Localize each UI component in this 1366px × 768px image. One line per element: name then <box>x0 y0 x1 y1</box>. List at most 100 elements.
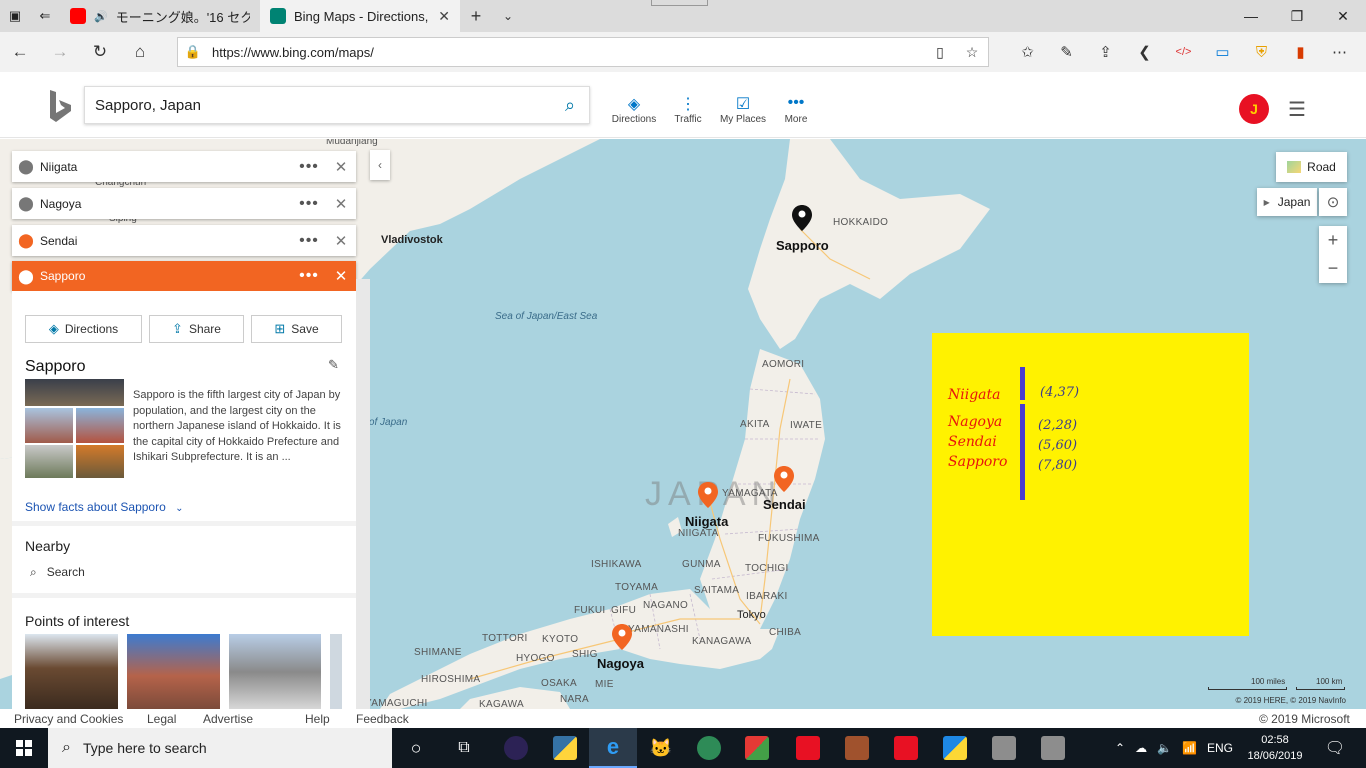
app-az-icon[interactable] <box>733 728 781 768</box>
search-icon[interactable]: ⌕ <box>551 95 589 116</box>
zoom-in-button[interactable]: + <box>1328 227 1339 255</box>
app-photo-icon[interactable] <box>980 728 1028 768</box>
address-bar[interactable]: 🔒 https://www.bing.com/maps/ ▯ ☆ <box>177 37 989 67</box>
edit-pencil-icon[interactable]: ✎ <box>328 357 339 373</box>
forward-button[interactable]: → <box>40 32 80 72</box>
tab-bing-maps[interactable]: Bing Maps - Directions, ✕ <box>260 0 460 32</box>
poi-thumbnail[interactable] <box>229 634 321 709</box>
sendai-pin-icon[interactable] <box>773 465 795 493</box>
close-window-button[interactable]: ✕ <box>1320 0 1366 32</box>
restore-button[interactable]: ❐ <box>1274 0 1320 32</box>
map-label-sapporo[interactable]: Sapporo <box>776 238 829 253</box>
app-photo-icon-2[interactable] <box>1029 728 1077 768</box>
favorites-icon[interactable]: ✩ <box>1008 32 1047 72</box>
more-options-icon[interactable]: ••• <box>292 195 326 213</box>
map-label-sendai[interactable]: Sendai <box>763 497 806 512</box>
footer-link-help[interactable]: Help <box>305 712 330 726</box>
taskbar-search[interactable]: ⌕ Type here to search <box>48 728 392 768</box>
poi-thumbnail[interactable] <box>25 634 118 709</box>
shield-icon[interactable]: ⛨ <box>1242 32 1281 72</box>
nav-directions[interactable]: ◈ Directions <box>604 94 664 125</box>
waypoint-sapporo[interactable]: ⬤ Sapporo ••• ✕ <box>12 261 356 291</box>
waypoint-niigata[interactable]: ⬤ Niigata ••• ✕ <box>12 151 356 182</box>
waypoint-name[interactable]: Niigata <box>40 160 292 174</box>
app-python-icon[interactable] <box>541 728 589 768</box>
settings-more-icon[interactable]: ⋯ <box>1320 32 1359 72</box>
nav-my-places[interactable]: ☑ My Places <box>713 94 773 125</box>
app-red-icon-2[interactable] <box>882 728 930 768</box>
map-style-button[interactable]: Road <box>1276 152 1347 182</box>
footer-link-advertise[interactable]: Advertise <box>203 712 253 726</box>
region-breadcrumb[interactable]: ▶ Japan <box>1257 188 1317 216</box>
nav-traffic[interactable]: ⋮ Traffic <box>658 94 718 125</box>
more-options-icon[interactable]: ••• <box>292 158 326 176</box>
wifi-icon[interactable]: 📶 <box>1182 741 1197 755</box>
waypoint-name[interactable]: Sapporo <box>40 269 292 283</box>
remove-waypoint-icon[interactable]: ✕ <box>326 195 356 213</box>
set-aside-tabs-icon[interactable]: ⇐ <box>30 0 60 32</box>
remove-waypoint-icon[interactable]: ✕ <box>326 232 356 250</box>
photo-thumbnail[interactable] <box>25 408 73 443</box>
photo-thumbnail[interactable] <box>25 379 124 406</box>
waypoint-sendai[interactable]: ⬤ Sendai ••• ✕ <box>12 225 356 256</box>
office-icon[interactable]: ▮ <box>1281 32 1320 72</box>
refresh-button[interactable]: ↻ <box>80 32 120 72</box>
nearby-search[interactable]: ⌕ Search <box>30 565 85 580</box>
sapporo-pin-icon[interactable] <box>791 204 813 232</box>
share-icon[interactable]: ⇪ <box>1086 32 1125 72</box>
waypoint-name[interactable]: Sendai <box>40 234 292 248</box>
minimize-button[interactable]: — <box>1228 0 1274 32</box>
home-button[interactable]: ⌂ <box>120 32 160 72</box>
app-edge-icon[interactable]: e <box>589 728 637 768</box>
tab-actions-icon[interactable]: ▣ <box>0 0 30 32</box>
app-globe-icon[interactable] <box>685 728 733 768</box>
poi-thumbnail[interactable] <box>127 634 220 709</box>
panel-scrollbar[interactable] <box>356 279 370 709</box>
speaker-icon[interactable]: 🔈 <box>1157 741 1172 755</box>
place-photos[interactable] <box>25 379 124 478</box>
clock[interactable]: 02:58 18/06/2019 <box>1245 732 1305 764</box>
footer-link-legal[interactable]: Legal <box>147 712 176 726</box>
app-red-icon[interactable] <box>784 728 832 768</box>
niigata-pin-icon[interactable] <box>697 481 719 509</box>
avatar[interactable]: J <box>1239 94 1269 124</box>
poi-thumbnail[interactable] <box>330 634 342 709</box>
back-button[interactable]: ← <box>0 32 40 72</box>
chevron-up-icon[interactable]: ⌃ <box>1115 741 1125 755</box>
save-button[interactable]: ⊞ Save <box>251 315 342 343</box>
windows-start-icon[interactable] <box>0 728 48 768</box>
photo-thumbnail[interactable] <box>76 445 124 478</box>
collapse-panel-button[interactable]: ‹ <box>370 150 390 180</box>
sound-icon[interactable]: 🔊 <box>94 10 108 23</box>
bing-logo-icon[interactable] <box>48 89 74 123</box>
share-button[interactable]: ⇪ Share <box>149 315 244 343</box>
close-tab-icon[interactable]: ✕ <box>438 8 450 25</box>
show-facts-link[interactable]: Show facts about Sapporo ⌄ <box>25 500 184 514</box>
photo-thumbnail[interactable] <box>25 445 73 478</box>
language-indicator[interactable]: ENG <box>1207 741 1233 755</box>
url-text[interactable]: https://www.bing.com/maps/ <box>208 45 924 60</box>
favorite-star-icon[interactable]: ☆ <box>956 44 988 61</box>
photo-thumbnail[interactable] <box>76 408 124 443</box>
new-tab-button[interactable]: + <box>460 0 492 32</box>
nav-more[interactable]: ••• More <box>766 94 826 125</box>
app-eclipse-icon[interactable] <box>492 728 540 768</box>
remove-waypoint-icon[interactable]: ✕ <box>326 267 356 285</box>
network-cloud-icon[interactable]: ☁ <box>1135 741 1147 755</box>
map-label-nagoya[interactable]: Nagoya <box>597 656 644 671</box>
remove-waypoint-icon[interactable]: ✕ <box>326 158 356 176</box>
chevron-left-icon[interactable]: ❮ <box>1125 32 1164 72</box>
menu-icon[interactable]: ☰ <box>1288 97 1306 122</box>
waypoint-nagoya[interactable]: ⬤ Nagoya ••• ✕ <box>12 188 356 219</box>
more-options-icon[interactable]: ••• <box>292 267 326 285</box>
cast-icon[interactable]: ▭ <box>1203 32 1242 72</box>
waypoint-name[interactable]: Nagoya <box>40 197 292 211</box>
more-options-icon[interactable]: ••• <box>292 232 326 250</box>
app-map-icon[interactable] <box>931 728 979 768</box>
footer-link-privacy[interactable]: Privacy and Cookies <box>14 712 123 726</box>
map-label-niigata[interactable]: Niigata <box>685 514 728 529</box>
app-cat-icon[interactable]: 🐱 <box>637 728 685 768</box>
directions-button[interactable]: ◈ Directions <box>25 315 142 343</box>
dev-tools-icon[interactable]: </> <box>1164 32 1203 72</box>
tab-youtube[interactable]: 🔊 モーニング娘。'16 セク <box>60 0 260 32</box>
